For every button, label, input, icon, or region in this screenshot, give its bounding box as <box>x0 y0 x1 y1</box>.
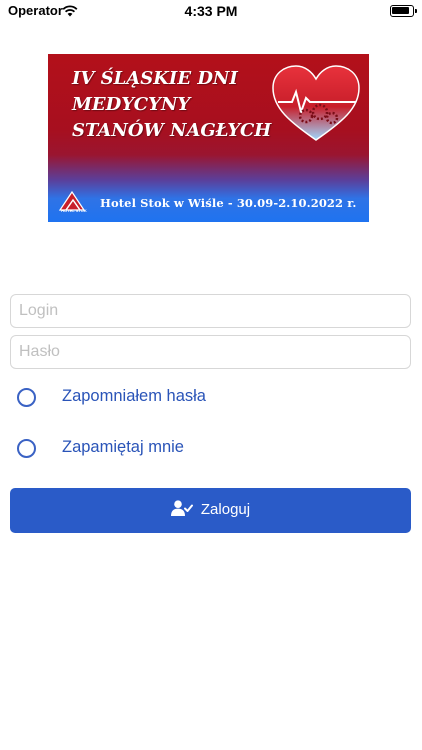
remember-me-label: Zapamiętaj mnie <box>62 438 184 456</box>
password-input[interactable] <box>10 335 411 369</box>
clock: 4:33 PM <box>184 3 238 19</box>
banner-subtitle: Hotel Stok w Wiśle - 30.09-2.10.2022 r. <box>100 196 357 210</box>
banner-title-line: MEDYCYNY <box>72 94 191 115</box>
banner-title: IV ŚLĄSKIE DNI MEDYCYNY STANÓW NAGŁYCH <box>72 66 302 144</box>
banner-title-line: IV ŚLĄSKIE DNI <box>72 68 238 89</box>
user-check-icon <box>170 500 193 517</box>
remember-me-option[interactable]: Zapamiętaj mnie <box>17 437 317 461</box>
status-bar: Operator 4:33 PM <box>0 0 422 24</box>
forgot-password-radio[interactable] <box>17 388 36 407</box>
forgot-password-option[interactable]: Zapomniałem hasła <box>17 386 317 410</box>
forgot-password-label[interactable]: Zapomniałem hasła <box>62 387 206 406</box>
battery-icon <box>390 5 417 17</box>
remember-me-radio[interactable] <box>17 439 36 458</box>
login-button-content: Zaloguj <box>10 500 411 518</box>
login-button-label: Zaloguj <box>200 501 251 518</box>
login-input[interactable] <box>10 294 411 328</box>
heart-gears-icon <box>272 65 360 141</box>
event-banner: IV ŚLĄSKIE DNI MEDYCYNY STANÓW NAGŁYCH H… <box>48 54 369 222</box>
banner-title-line: STANÓW NAGŁYCH <box>72 120 272 141</box>
hotel-logo-text: HOTEL STOK <box>61 208 87 213</box>
login-button[interactable]: Zaloguj <box>10 488 411 533</box>
